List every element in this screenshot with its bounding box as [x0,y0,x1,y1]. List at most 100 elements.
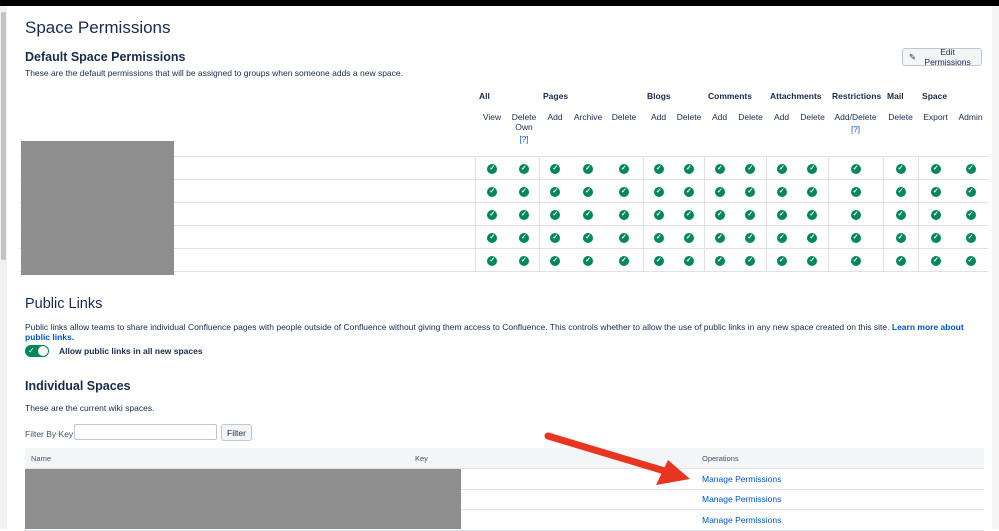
filter-by-key-input[interactable] [74,424,217,440]
permission-cell: ✓ [882,248,919,272]
permission-column-label: Delete [888,112,913,122]
public-links-toggle[interactable]: ✓ [25,345,49,357]
check-circle-icon: ✓ [930,164,941,174]
permission-cell: ✓ [674,202,705,226]
permission-cell: ✓ [917,202,954,226]
permission-cell: ✓ [474,225,509,249]
check-circle-icon: ✓ [550,210,561,220]
check-circle-icon: ✓ [487,164,498,174]
check-circle-icon: ✓ [807,256,818,266]
manage-permissions-link[interactable]: Manage Permissions [702,474,781,484]
check-icon: ✓ [28,346,35,355]
permission-cell: ✓ [953,179,989,203]
permission-group-attachments: Attachments [770,91,822,101]
permission-cell: ✓ [765,248,798,272]
permission-cell: ✓ [827,156,884,180]
page-title: Space Permissions [25,18,171,37]
check-circle-icon: ✓ [653,256,664,266]
check-circle-icon: ✓ [895,233,906,243]
permission-cell: ✓ [605,179,644,203]
help-link[interactable]: [?] [828,125,883,134]
check-circle-icon: ✓ [745,210,756,220]
check-circle-icon: ✓ [583,164,593,174]
check-circle-icon: ✓ [807,164,818,174]
permission-column-header: Add [643,107,674,157]
help-link[interactable]: [?] [509,135,539,144]
check-circle-icon: ✓ [487,210,498,220]
check-circle-icon: ✓ [965,210,976,220]
check-circle-icon: ✓ [965,164,976,174]
permission-cell: ✓ [953,225,989,249]
check-circle-icon: ✓ [518,233,529,243]
permission-group-restrictions: Restrictions [832,91,882,101]
permission-group-all: All [479,91,490,101]
check-circle-icon: ✓ [583,210,593,220]
check-circle-icon: ✓ [653,187,664,197]
permission-cell: ✓ [765,156,798,180]
check-circle-icon: ✓ [714,187,725,197]
manage-permissions-link[interactable]: Manage Permissions [702,515,781,525]
permission-cell: ✓ [509,179,539,203]
permission-cell: ✓ [765,179,798,203]
edit-permissions-label: Edit Permissions [924,47,971,67]
check-circle-icon: ✓ [895,187,906,197]
edit-permissions-button[interactable]: ✎ Edit Permissions [902,47,982,67]
permission-column-header: View [475,107,509,157]
check-circle-icon: ✓ [930,187,941,197]
check-circle-icon: ✓ [550,164,561,174]
filter-button[interactable]: Filter [221,424,252,441]
permission-column-header: Add [539,107,571,157]
permission-cell: ✓ [735,179,767,203]
check-circle-icon: ✓ [850,187,861,197]
permission-cell: ✓ [882,156,919,180]
check-circle-icon: ✓ [683,164,694,174]
permission-column-label: Add [711,112,728,122]
permission-cell: ✓ [571,179,605,203]
manage-permissions-link[interactable]: Manage Permissions [702,494,781,504]
check-circle-icon: ✓ [653,210,664,220]
check-circle-icon: ✓ [487,187,498,197]
scrollbar-thumb[interactable] [1,12,6,260]
right-scrollbar[interactable] [992,6,999,529]
permission-cell: ✓ [797,248,829,272]
permission-group-mail: Mail [887,91,904,101]
check-circle-icon: ✓ [487,233,498,243]
permission-cell: ✓ [642,202,675,226]
check-circle-icon: ✓ [745,233,756,243]
permission-column-label: Delete [676,112,702,122]
permission-cell: ✓ [605,225,644,249]
check-circle-icon: ✓ [618,233,629,243]
check-circle-icon: ✓ [776,256,787,266]
check-circle-icon: ✓ [895,210,906,220]
permission-cell: ✓ [571,225,605,249]
check-circle-icon: ✓ [965,233,976,243]
left-scrollbar[interactable] [0,6,7,529]
permission-cell: ✓ [703,179,736,203]
permission-cell: ✓ [538,248,571,272]
column-operations: Operations [702,454,739,463]
permission-column-header: Delete [674,107,704,157]
check-circle-icon: ✓ [653,164,664,174]
permission-cell: ✓ [917,156,954,180]
permission-cell: ✓ [953,202,989,226]
permission-cell: ✓ [509,225,539,249]
check-circle-icon: ✓ [965,256,976,266]
default-permissions-description: These are the default permissions that w… [25,68,404,78]
check-circle-icon: ✓ [618,256,629,266]
permission-column-header: Add [766,107,797,157]
public-links-text: Public links allow teams to share indivi… [25,322,890,332]
permission-cell: ✓ [797,179,829,203]
permission-cell: ✓ [538,179,571,203]
permission-column-header: Delete Own [?] [509,107,539,157]
pencil-icon: ✎ [909,51,917,62]
check-circle-icon: ✓ [850,256,861,266]
permission-cell: ✓ [605,248,644,272]
permission-cell: ✓ [797,225,829,249]
check-circle-icon: ✓ [683,233,694,243]
permission-column-header: Delete [797,107,828,157]
permission-cell: ✓ [735,248,767,272]
check-circle-icon: ✓ [965,187,976,197]
check-circle-icon: ✓ [807,233,818,243]
check-circle-icon: ✓ [583,187,593,197]
check-circle-icon: ✓ [714,256,725,266]
